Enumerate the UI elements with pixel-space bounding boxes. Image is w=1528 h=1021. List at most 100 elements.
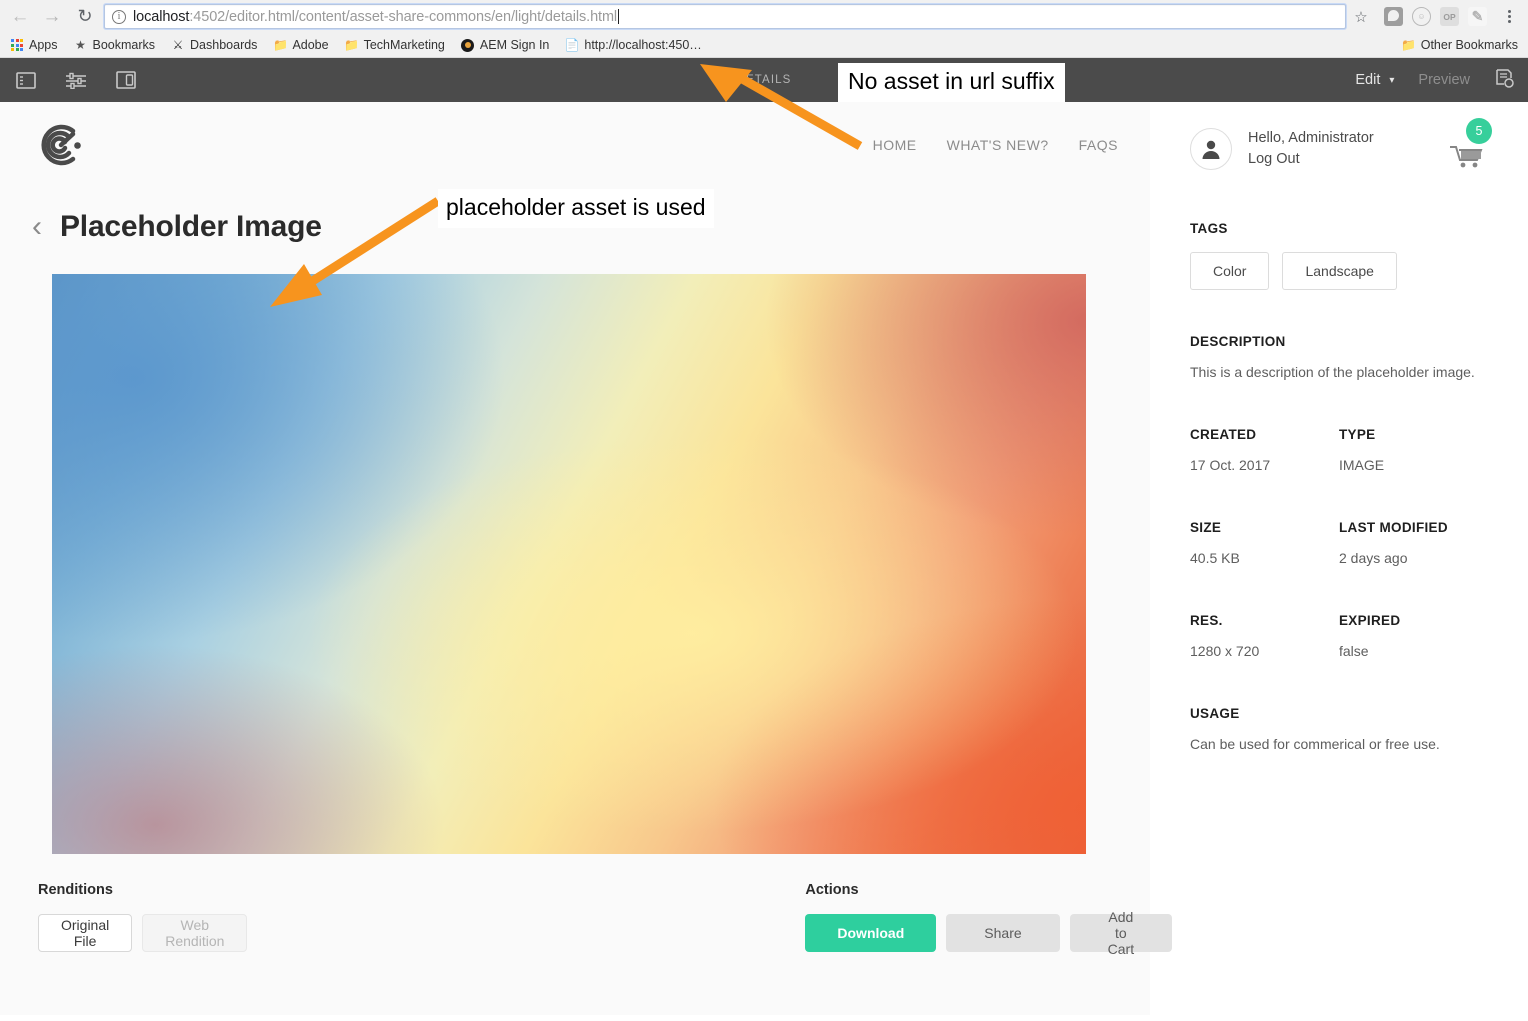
op-icon[interactable]: OP bbox=[1440, 7, 1459, 26]
original-file-button[interactable]: Original File bbox=[38, 914, 133, 952]
bookmark-localhost[interactable]: 📄 http://localhost:450… bbox=[564, 38, 702, 52]
bookmark-adobe[interactable]: 📁 Adobe bbox=[272, 38, 329, 52]
usage-section: USAGE Can be used for commerical or free… bbox=[1190, 706, 1488, 755]
star-icon: ★ bbox=[75, 38, 86, 52]
size-label: SIZE bbox=[1190, 520, 1222, 535]
user-row: Hello, Administrator Log Out 5 bbox=[1190, 118, 1492, 177]
bookmark-bookmarks[interactable]: ★ Bookmarks bbox=[74, 38, 156, 52]
aem-toolbar-left bbox=[14, 68, 138, 92]
web-rendition-button[interactable]: Web Rendition bbox=[142, 914, 248, 952]
pocket-icon[interactable] bbox=[1384, 7, 1403, 26]
edit-mode-dropdown[interactable]: Edit ▾ bbox=[1355, 72, 1394, 88]
apps-grid-icon bbox=[10, 38, 24, 52]
tags-list: Color Landscape bbox=[1190, 252, 1488, 290]
type-label: TYPE bbox=[1339, 427, 1376, 442]
meta-row-res-expired: RES. 1280 x 720 EXPIRED false bbox=[1190, 613, 1488, 662]
description-label: DESCRIPTION bbox=[1190, 334, 1286, 349]
user-greeting: Hello, Administrator bbox=[1248, 130, 1374, 146]
bookmark-label: Apps bbox=[29, 38, 58, 52]
aem-page-mode-label: DETAILS bbox=[736, 74, 792, 86]
created-value: 17 Oct. 2017 bbox=[1190, 457, 1271, 473]
usage-label: USAGE bbox=[1190, 706, 1240, 721]
bookmark-label: Adobe bbox=[292, 38, 329, 52]
back-chevron-icon[interactable]: ‹ bbox=[32, 212, 42, 242]
document-icon: 📄 bbox=[564, 38, 580, 52]
bookmark-apps[interactable]: Apps bbox=[10, 38, 58, 52]
bookmark-label: AEM Sign In bbox=[479, 38, 550, 52]
size-value: 40.5 KB bbox=[1190, 550, 1240, 566]
meta-last-modified: LAST MODIFIED 2 days ago bbox=[1339, 520, 1488, 569]
aem-toolbar-right: Edit ▾ Preview bbox=[1355, 68, 1514, 93]
res-value: 1280 x 720 bbox=[1190, 643, 1260, 659]
aem-editor-toolbar: DETAILS Edit ▾ Preview bbox=[0, 58, 1528, 102]
meta-row-size-modified: SIZE 40.5 KB LAST MODIFIED 2 days ago bbox=[1190, 520, 1488, 569]
site-info-icon[interactable]: i bbox=[112, 9, 126, 24]
usage-value: Can be used for commerical or free use. bbox=[1190, 736, 1440, 752]
add-to-cart-button[interactable]: Add to Cart bbox=[1069, 909, 1173, 957]
actions-group: Actions Download Share Add to Cart bbox=[805, 882, 1173, 957]
download-button[interactable]: Download bbox=[805, 914, 937, 952]
meta-created: CREATED 17 Oct. 2017 bbox=[1190, 427, 1339, 476]
pen-icon[interactable]: ✎ bbox=[1468, 7, 1487, 26]
meta-row-created-type: CREATED 17 Oct. 2017 TYPE IMAGE bbox=[1190, 427, 1488, 476]
user-text: Hello, Administrator Log Out bbox=[1248, 128, 1374, 170]
forward-arrow-icon[interactable]: → bbox=[42, 7, 62, 26]
avatar[interactable] bbox=[1190, 128, 1232, 170]
address-bar[interactable]: i localhost:4502/editor.html/content/ass… bbox=[103, 3, 1347, 30]
main-content: No asset in url suffix placeholder asset… bbox=[0, 63, 1173, 1015]
other-bookmarks-label: Other Bookmarks bbox=[1420, 38, 1518, 52]
asset-details-sidebar: Hello, Administrator Log Out 5 TAGS Colo… bbox=[1150, 102, 1528, 1015]
nav-link-home[interactable]: HOME bbox=[873, 137, 917, 153]
nav-link-faqs[interactable]: FAQS bbox=[1079, 137, 1118, 153]
cart-count-badge: 5 bbox=[1466, 118, 1492, 144]
annotate-icon[interactable] bbox=[1494, 68, 1514, 93]
tag-landscape[interactable]: Landscape bbox=[1282, 252, 1397, 290]
description-section: DESCRIPTION This is a description of the… bbox=[1190, 334, 1488, 383]
type-value: IMAGE bbox=[1339, 457, 1385, 473]
kebab-menu-icon[interactable] bbox=[1500, 10, 1518, 23]
meta-size: SIZE 40.5 KB bbox=[1190, 520, 1339, 569]
bottom-action-bar: Renditions Original File Web Rendition A… bbox=[0, 854, 1173, 957]
actions-buttons: Download Share Add to Cart bbox=[805, 909, 1173, 957]
emulator-icon[interactable] bbox=[114, 68, 138, 92]
url-path: :4502/editor.html/content/asset-share-co… bbox=[189, 8, 618, 25]
aem-icon bbox=[461, 38, 475, 52]
preview-button[interactable]: Preview bbox=[1418, 72, 1470, 88]
bookmark-star-icon[interactable]: ☆ bbox=[1348, 5, 1374, 29]
back-arrow-icon[interactable]: ← bbox=[10, 7, 30, 26]
description-value: This is a description of the placeholder… bbox=[1190, 364, 1475, 380]
chevron-down-icon: ▾ bbox=[1389, 74, 1395, 86]
asset-share-commons-logo[interactable] bbox=[32, 117, 88, 173]
browser-chrome: ← → ↻ i localhost:4502/editor.html/conte… bbox=[0, 0, 1528, 58]
side-panel-icon[interactable] bbox=[14, 68, 38, 92]
bookmark-techmarketing[interactable]: 📁 TechMarketing bbox=[344, 38, 445, 52]
asset-preview-image[interactable] bbox=[52, 274, 1086, 854]
page-title: Placeholder Image bbox=[60, 210, 322, 243]
cart-widget[interactable]: 5 bbox=[1448, 118, 1492, 177]
circle-icon[interactable]: ☺ bbox=[1412, 7, 1431, 26]
dashboards-icon: ⚔ bbox=[172, 38, 184, 52]
annotation-placeholder-asset: placeholder asset is used bbox=[438, 189, 714, 228]
bookmark-label: Bookmarks bbox=[92, 38, 156, 52]
meta-expired: EXPIRED false bbox=[1339, 613, 1488, 662]
bookmark-dashboards[interactable]: ⚔ Dashboards bbox=[171, 38, 258, 52]
other-bookmarks-button[interactable]: 📁 Other Bookmarks bbox=[1401, 38, 1518, 52]
browser-toolbar: ← → ↻ i localhost:4502/editor.html/conte… bbox=[0, 0, 1528, 33]
last-modified-value: 2 days ago bbox=[1339, 550, 1408, 566]
site-navigation: HOME WHAT'S NEW? FAQS bbox=[873, 137, 1150, 153]
bookmark-label: Dashboards bbox=[190, 38, 258, 52]
navigation-buttons: ← → ↻ bbox=[10, 6, 96, 27]
reload-icon[interactable]: ↻ bbox=[74, 6, 96, 27]
page-properties-icon[interactable] bbox=[64, 68, 88, 92]
bookmark-aem-sign-in[interactable]: AEM Sign In bbox=[461, 38, 549, 52]
site-header: HOME WHAT'S NEW? FAQS bbox=[0, 102, 1150, 188]
folder-icon: 📁 bbox=[272, 38, 288, 52]
renditions-label: Renditions bbox=[38, 882, 113, 898]
nav-link-whats-new[interactable]: WHAT'S NEW? bbox=[947, 137, 1049, 153]
share-button[interactable]: Share bbox=[946, 914, 1060, 952]
tag-color[interactable]: Color bbox=[1190, 252, 1270, 290]
url-host: localhost bbox=[133, 8, 190, 25]
logout-link[interactable]: Log Out bbox=[1248, 149, 1374, 170]
expired-label: EXPIRED bbox=[1339, 613, 1401, 628]
shopping-cart-icon bbox=[1448, 146, 1488, 176]
